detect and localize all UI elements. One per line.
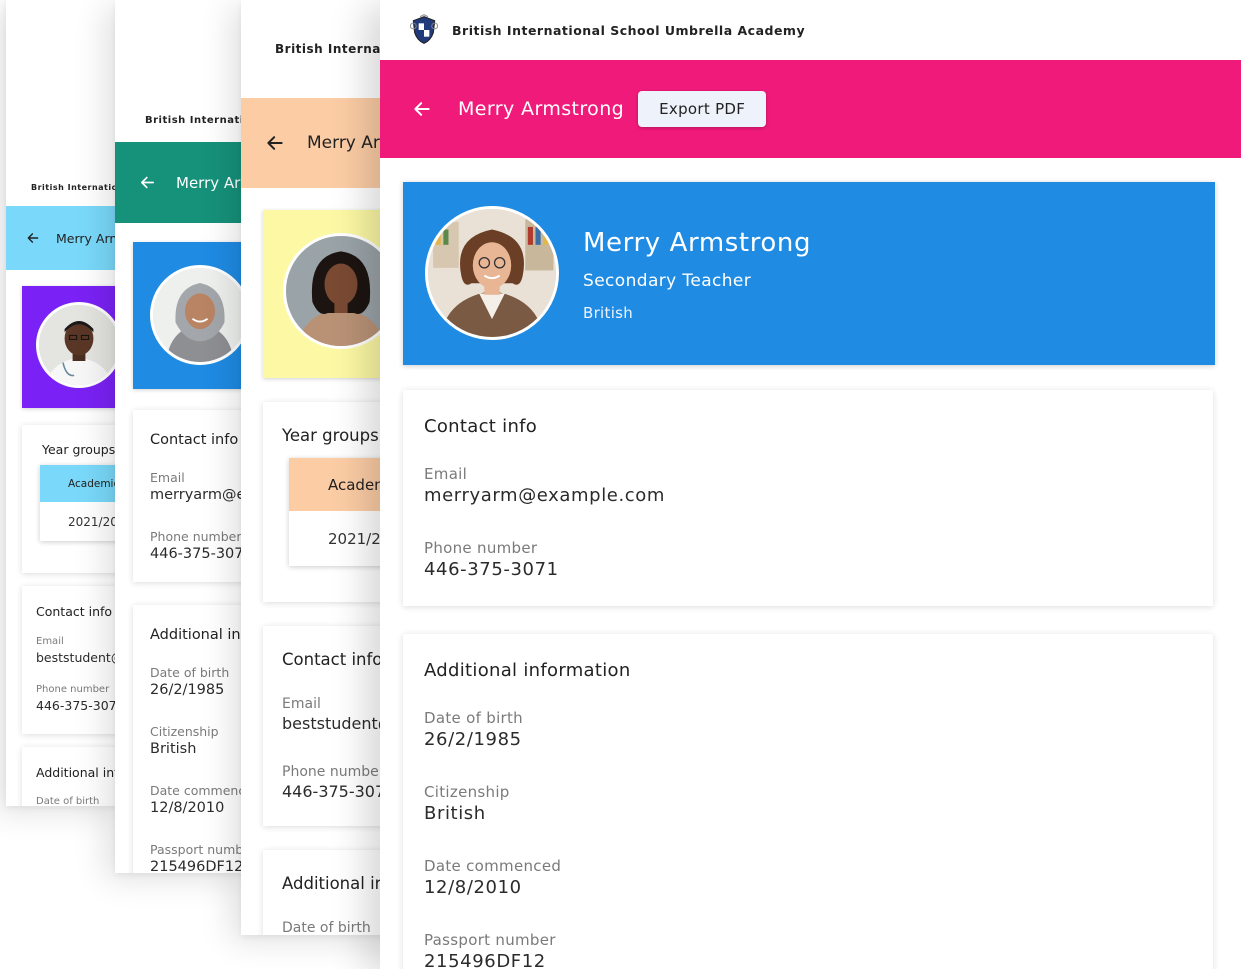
dob-label: Date of birth <box>424 709 523 727</box>
additional-panel: Additional information Date of birth <box>22 747 124 806</box>
citizenship-value: British <box>424 803 486 824</box>
phone-value: 446-375-3071 <box>282 782 393 801</box>
contact-panel: Contact info Email beststudent@ Phone nu… <box>263 626 393 826</box>
profile-nationality: British <box>583 304 634 322</box>
app-bar: Merry Armstrong <box>115 142 255 223</box>
app-bar: Merry Armstrong Export PDF <box>380 60 1241 158</box>
commenced-value: 12/8/2010 <box>150 800 225 816</box>
school-name: British International School Umbrella Ac… <box>452 22 806 38</box>
top-bar: British International School Umbrella Ac… <box>6 168 124 206</box>
year-groups-title: Year groups <box>42 442 116 457</box>
dob-value: 26/2/1985 <box>150 682 225 698</box>
profile-role: Secondary Teacher <box>583 271 752 291</box>
profile-hero <box>263 210 393 378</box>
avatar <box>150 265 250 365</box>
profile-name: Merry Armstrong <box>583 228 812 258</box>
phone-label: Phone number <box>150 529 242 544</box>
year-groups-header: Academic <box>40 465 124 502</box>
contact-panel: Contact info Email beststudent@ Phone nu… <box>22 586 124 734</box>
contact-title: Contact info <box>282 650 383 669</box>
year-groups-panel: Year groups Academic 2021/2022 <box>263 402 393 602</box>
contact-panel: Contact info Email merryarm@example.com … <box>133 410 255 582</box>
email-value: beststudent@ <box>36 650 124 665</box>
app-bar: Merry Armstrong <box>241 98 401 188</box>
phone-value: 446-375-3071 <box>150 546 253 562</box>
citizenship-label: Citizenship <box>424 783 510 801</box>
year-groups-cell: 2021/2022 <box>328 529 393 548</box>
arrow-left-icon[interactable] <box>265 133 285 153</box>
school-crest-icon <box>409 14 439 44</box>
dob-label: Date of birth <box>282 920 371 935</box>
email-label: Email <box>424 465 468 483</box>
email-value: merryarm@example.com <box>424 485 666 506</box>
arrow-left-icon[interactable] <box>412 99 432 119</box>
arrow-left-icon[interactable] <box>139 174 156 191</box>
additional-panel: Additional information Date of birth 26/… <box>403 634 1213 969</box>
profile-card-student-2: British International School Umbrella Ac… <box>6 0 124 806</box>
commenced-label: Date commenced <box>150 783 255 798</box>
citizenship-label: Citizenship <box>150 724 219 739</box>
app-bar-title: Merry Armstrong <box>56 230 124 246</box>
passport-value: 215496DF12 <box>150 859 244 873</box>
email-value: beststudent@ <box>282 714 393 733</box>
email-label: Email <box>150 470 185 485</box>
additional-panel: Additional information Date of birth <box>263 850 393 935</box>
app-bar: Merry Armstrong <box>6 206 124 270</box>
school-name: British International School Umbrella Ac… <box>31 182 124 192</box>
profile-card-teacher-3: British International School Umbrella Ac… <box>115 0 255 873</box>
profile-hero <box>22 286 124 408</box>
avatar <box>283 233 393 349</box>
additional-panel: Additional information Date of birth 26/… <box>133 605 255 873</box>
dob-label: Date of birth <box>150 665 230 680</box>
year-groups-header: Academic <box>289 458 393 511</box>
additional-title: Additional information <box>36 765 124 780</box>
top-bar: British International School Umbrella Ac… <box>241 0 401 98</box>
avatar <box>36 302 122 388</box>
profile-card-teacher-4: British International School Umbrella Ac… <box>241 0 401 935</box>
profile-hero: Merry Armstrong Secondary Teacher Britis… <box>403 182 1215 365</box>
additional-title: Additional information <box>424 660 631 681</box>
phone-label: Phone number <box>282 764 385 780</box>
commenced-label: Date commenced <box>424 857 562 875</box>
dob-label: Date of birth <box>36 796 100 806</box>
citizenship-value: British <box>150 741 197 757</box>
passport-label: Passport number <box>424 931 556 949</box>
phone-label: Phone number <box>36 684 110 695</box>
year-groups-panel: Year groups Academic 2021/2022 <box>22 425 124 573</box>
phone-value: 446-375-307 <box>36 698 117 713</box>
avatar <box>425 206 559 340</box>
year-groups-table: Academic 2021/2022 <box>40 465 124 541</box>
year-groups-table: Academic 2021/2022 <box>289 458 393 566</box>
year-groups-title: Year groups <box>282 426 379 445</box>
year-groups-cell: 2021/2022 <box>68 514 124 529</box>
app-bar-title: Merry Armstrong <box>458 98 625 120</box>
email-label: Email <box>36 636 64 647</box>
school-name: British International School Umbrella Ac… <box>145 114 255 126</box>
additional-title: Additional information <box>282 874 393 893</box>
passport-label: Passport number <box>150 842 255 857</box>
email-value: merryarm@example.com <box>150 487 255 503</box>
email-label: Email <box>282 696 321 712</box>
contact-title: Contact info <box>36 604 113 619</box>
contact-title: Contact info <box>424 416 538 437</box>
contact-title: Contact info <box>150 432 239 448</box>
phone-value: 446-375-3071 <box>424 559 559 580</box>
passport-value: 215496DF12 <box>424 951 546 969</box>
additional-title: Additional information <box>150 627 255 643</box>
export-pdf-button[interactable]: Export PDF <box>638 91 767 127</box>
top-bar: British International School Umbrella Ac… <box>380 0 1241 60</box>
arrow-left-icon[interactable] <box>26 231 40 245</box>
phone-label: Phone number <box>424 539 538 557</box>
commenced-value: 12/8/2010 <box>424 877 522 898</box>
profile-card-teacher-main: British International School Umbrella Ac… <box>380 0 1241 969</box>
contact-panel: Contact info Email merryarm@example.com … <box>403 390 1213 606</box>
top-bar: British International School Umbrella Ac… <box>115 98 255 142</box>
dob-value: 26/2/1985 <box>424 729 522 750</box>
profile-hero <box>133 242 255 389</box>
